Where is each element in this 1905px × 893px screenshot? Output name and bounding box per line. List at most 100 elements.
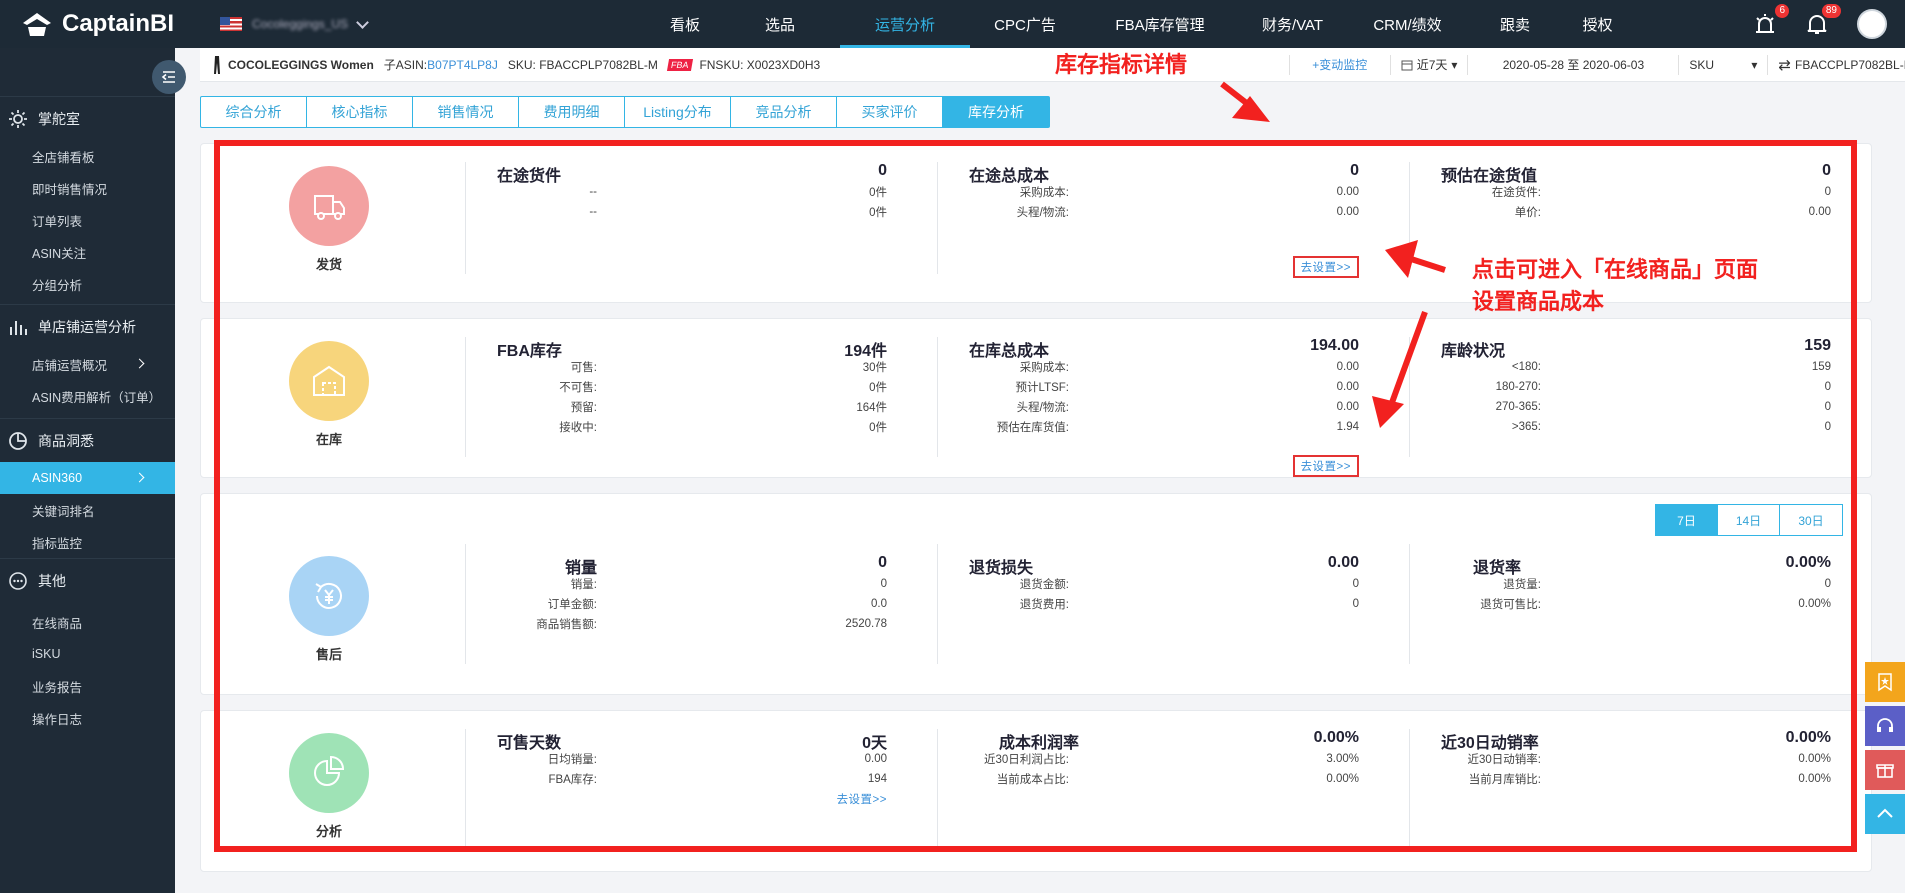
sidebar-section-product-insight[interactable]: 商品洞悉	[0, 418, 175, 462]
row-value: 3.00%	[1326, 753, 1359, 765]
sku-select[interactable]: FBACCPLP7082BL-M	[1795, 58, 1905, 72]
range-7d-button[interactable]: 7日	[1656, 505, 1718, 535]
fnsku-label: FNSKU: X0023XD0H3	[699, 57, 821, 72]
nav-product-selection[interactable]: 选品	[720, 0, 840, 48]
card-label: 在库	[315, 432, 342, 447]
metric-title: 在途总成本	[969, 168, 1050, 185]
sidebar-item-asin360[interactable]: ASIN360	[0, 462, 175, 494]
row-value: 0件	[869, 382, 887, 394]
metric-title: 退货损失	[969, 560, 1034, 577]
nav-crm[interactable]: CRM/绩效	[1345, 0, 1470, 48]
dimension-select[interactable]: SKU ▾	[1689, 58, 1757, 72]
child-asin-label: 子ASIN:	[383, 58, 428, 72]
nav-fba-inventory[interactable]: FBA库存管理	[1080, 0, 1240, 48]
range-14d-button[interactable]: 14日	[1718, 505, 1780, 535]
metric-title: 库龄状况	[1441, 343, 1506, 360]
chevron-up-icon	[1877, 808, 1893, 818]
gear-icon	[9, 109, 27, 128]
set-cost-link[interactable]: 去设置>>	[1292, 455, 1359, 477]
headset-icon	[1877, 718, 1893, 732]
bookmark-button[interactable]	[1865, 662, 1905, 702]
user-avatar[interactable]	[1857, 9, 1887, 39]
sidebar-collapse-button[interactable]	[152, 60, 186, 94]
metric-value: 194件	[844, 343, 887, 360]
store-selector[interactable]: Cocoleggings_US	[220, 15, 450, 31]
row-value: 194	[867, 773, 887, 785]
tab-listing[interactable]: Listing分布	[625, 97, 731, 127]
sidebar-item-business-report[interactable]: 业务报告	[0, 670, 175, 702]
bell-icon[interactable]: 89	[1805, 4, 1841, 36]
row-label: 退货量:	[1503, 579, 1541, 591]
more-icon	[9, 571, 27, 590]
row-label: 近30日动销率:	[1467, 754, 1542, 766]
sidebar-item-store-overview[interactable]: 店铺运营概况	[0, 348, 175, 380]
sidebar-item-keyword-rank[interactable]: 关键词排名	[0, 494, 175, 526]
sidebar-item-realtime-sales[interactable]: 即时销售情况	[0, 172, 175, 204]
card-label: 售后	[315, 647, 342, 662]
tab-overview[interactable]: 综合分析	[201, 97, 307, 127]
collapse-menu-icon	[161, 71, 175, 83]
card-label: 分析	[315, 824, 342, 839]
sidebar-item-metric-monitor[interactable]: 指标监控	[0, 526, 175, 558]
annotation-title: 库存指标详情	[1055, 52, 1188, 77]
sidebar-section-other[interactable]: 其他	[0, 558, 175, 602]
chevron-right-icon	[134, 472, 145, 483]
card-analysis: 分析 可售天数 0天 日均销量: 0.00 FBA库存: 194 去设置>> 成本利润…	[200, 710, 1872, 872]
row-value: 0.00%	[1798, 598, 1831, 610]
nav-operations-analysis[interactable]: 运营分析	[840, 0, 970, 48]
tab-reviews[interactable]: 买家评价	[837, 97, 943, 127]
nav-cpc-ads[interactable]: CPC广告	[970, 0, 1080, 48]
tab-core-metrics[interactable]: 核心指标	[307, 97, 413, 127]
row-label: 单价:	[1514, 207, 1541, 219]
nav-authorization[interactable]: 授权	[1560, 0, 1635, 48]
support-button[interactable]	[1865, 706, 1905, 746]
range-30d-button[interactable]: 30日	[1780, 505, 1842, 535]
tab-inventory[interactable]: 库存分析	[943, 97, 1049, 127]
row-value: 0件	[869, 187, 887, 199]
row-label: 180-270:	[1495, 381, 1541, 393]
set-cost-link[interactable]: 去设置>>	[837, 791, 887, 807]
monitor-link[interactable]: +变动监控	[1300, 56, 1380, 73]
back-to-top-button[interactable]	[1865, 794, 1905, 834]
row-value: 0.00%	[1798, 773, 1831, 785]
nav-kanban[interactable]: 看板	[650, 0, 720, 48]
metric-value: 0.00%	[1785, 729, 1831, 746]
period-select[interactable]: 近7天 ▾	[1401, 56, 1457, 73]
top-bar: CaptainBI Cocoleggings_US 看板 选品 运营分析 CPC…	[0, 0, 1905, 48]
row-value: 0	[880, 578, 887, 590]
nav-follow-sell[interactable]: 跟卖	[1470, 0, 1560, 48]
sidebar-item-group-analysis[interactable]: 分组分析	[0, 268, 175, 300]
metric-title: 近30日动销率	[1441, 735, 1539, 752]
row-value: 0	[1352, 578, 1359, 590]
arrow-down-icon	[1220, 81, 1260, 115]
row-label: 预计LTSF:	[1015, 382, 1069, 394]
row-label: 当前月库销比:	[1468, 774, 1541, 786]
nav-finance-vat[interactable]: 财务/VAT	[1240, 0, 1345, 48]
row-value: 2520.78	[845, 618, 887, 630]
gift-button[interactable]	[1865, 750, 1905, 790]
child-asin-link[interactable]: B07PT4LP8J	[427, 58, 498, 72]
sidebar-item-all-store-board[interactable]: 全店铺看板	[0, 140, 175, 172]
date-range[interactable]: 2020-05-28 至 2020-06-03	[1478, 56, 1668, 73]
sidebar-section-label: 掌舵室	[38, 110, 80, 127]
set-cost-link[interactable]: 去设置>>	[1292, 256, 1359, 278]
sidebar-section-cockpit[interactable]: 掌舵室	[0, 96, 175, 140]
gift-icon	[1876, 764, 1894, 778]
sidebar-item-order-list[interactable]: 订单列表	[0, 204, 175, 236]
swap-icon[interactable]: ⇄	[1778, 56, 1791, 74]
sidebar-item-asin-watch[interactable]: ASIN关注	[0, 236, 175, 268]
sidebar-item-online-products[interactable]: 在线商品	[0, 606, 175, 638]
alert-icon[interactable]: 6	[1753, 4, 1789, 36]
product-thumbnail-icon	[214, 55, 220, 74]
tab-competitors[interactable]: 竞品分析	[731, 97, 837, 127]
tab-sales[interactable]: 销售情况	[413, 97, 519, 127]
row-label: 退货可售比:	[1480, 599, 1541, 611]
sidebar-item-asin-fee[interactable]: ASIN费用解析（订单）	[0, 380, 175, 412]
metric-value: 0天	[862, 735, 887, 752]
sidebar-item-operation-log[interactable]: 操作日志	[0, 702, 175, 734]
sidebar-section-single-store[interactable]: 单店铺运营分析	[0, 304, 175, 348]
sidebar-item-isku[interactable]: iSKU	[0, 638, 175, 670]
tab-fee-details[interactable]: 费用明细	[519, 97, 625, 127]
product-info-bar: COCOLEGGINGS Women 子ASIN: B07PT4LP8J SKU…	[200, 48, 1905, 82]
brand-logo[interactable]: CaptainBI	[0, 9, 220, 39]
